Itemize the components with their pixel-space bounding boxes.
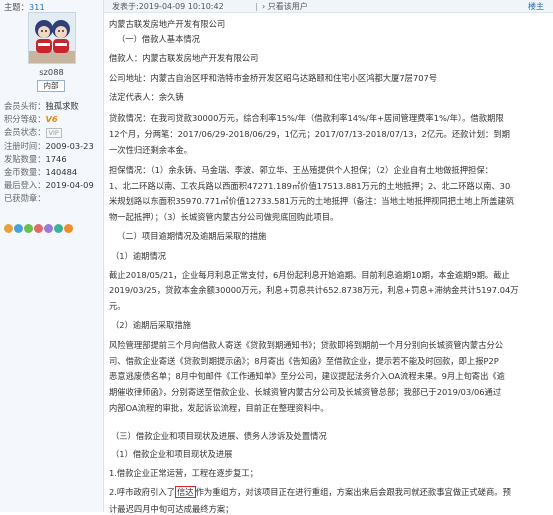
content-line: 12个月，分两笔：2017/06/29-2018/06/29，1亿元；2017/… [109,129,510,139]
content-line: （三）借款企业和项目现状及进展、债务人涉诉及处置情况 [111,431,327,441]
content-line: 2019/03/25，贷款本金余额30000万元，利息+罚息共计652.8738… [109,285,519,295]
avatar-dolls-icon [29,13,75,63]
meta-posts-value: 1746 [45,153,67,164]
role-badge: 内部 [37,80,65,92]
content-line: 内蒙古联发房地产开发有限公司 [109,19,226,29]
meta-status-label: 会员状态： [4,127,46,138]
medal-list [4,224,100,235]
header-separator: | [255,1,258,11]
meta-register-label: 注册时间： [4,140,46,151]
meta-last-login-value: 2019-04-09 [45,180,94,191]
meta-status: 会员状态： VIP [4,126,102,139]
content-line: 内部OA流程的审批，发起诉讼流程，目前正在整理资料中。 [109,403,329,413]
medal-icon[interactable] [64,224,73,233]
content-line: 元。 [109,301,126,311]
content-line: 米规划路以东面积35970.771㎡价值12733.581万元的土地抵押（备注：… [109,196,515,206]
meta-title-label: 会员头衔： [4,101,46,111]
meta-medals: 已获勋章： [4,192,102,205]
author-sidebar: 主题：311 sz088 内部 会员头衔：独孤求败 积分等级：V6 会员状态： V… [0,0,104,512]
meta-coins-value: 140484 [45,166,78,177]
content-line: 1、北二环路以南、工农兵路以西面积47271.189㎡价值17513.881万元… [109,181,511,191]
content-line: （1）借款企业和项目现状及进展 [111,449,233,459]
content-line: （二）项目逾期情况及逾期后采取的措施 [117,231,267,241]
content-line: 贷款情况：在我司贷款30000万元，综合利率15%/年（借款利率14%/年+居间… [109,113,504,123]
meta-coins-label: 金币数量： [4,166,46,177]
vip-badge: VIP [45,127,62,138]
content-line: 担保情况：（1）余永铸、马金瑞、李波、郭立华、王丛殖提供个人担保；（2）企业自有… [109,165,493,175]
avatar[interactable] [28,12,76,64]
meta-title-value: 独孤求败 [45,101,79,111]
medal-icon[interactable] [14,224,23,233]
username[interactable]: sz088 [0,67,103,77]
medal-icon[interactable] [4,224,13,233]
level-icon: V6 [45,114,58,125]
topic-count-label: 主题： [4,2,29,12]
content-line: 2.呼市政府引入了 信达 作为重组方，对该项目正在进行重组，方案出来后会跟我司就还款… [109,486,511,498]
arrow-right-icon: › [262,2,266,11]
content-line: 公司地址：内蒙古自治区呼和浩特市金桥开发区昭乌达路颐和住宅小区鸿都大厦7层707… [109,73,438,83]
content-segment: 作为重组方，对该项目正在进行重组，方案出来后会跟我司就还款事宜做正式磋商。预 [195,487,511,497]
content-line: 风险管理部提前三个月向借款人寄送《贷款到期通知书》；贷款即将到期前一个月分别向长… [109,340,504,350]
content-line: 借款人：内蒙古联发房地产开发有限公司 [109,53,259,63]
meta-register-value: 2009-03-23 [45,140,94,151]
topic-count-link[interactable]: 311 [29,2,45,12]
content-line: 截止2018/05/21，企业每月利息正常支付，6月份起利息开始逾期。目前利息逾… [109,270,510,280]
content-line: 物一起抵押）；（3）长城资管内蒙古分公司做兜底回购此项目。 [109,212,339,222]
content-line: 恶意逃废债名单；8月中旬邮件《工作通知单》至分公司，建议提起法务介入OA流程未果… [109,371,505,381]
content-line: 1.借款企业正常运营，工程在逐步复工； [109,468,258,478]
content-line: 计最迟四月中旬可达成最终方案； [109,504,234,514]
medal-icon[interactable] [24,224,33,233]
only-author-link[interactable]: › 只看该用户 [262,1,308,12]
post-time: 发表于:2019-04-09 10:10:42 [112,2,224,11]
content-line: （1）逾期情况 [111,251,167,261]
meta-posts: 发贴数量：1746 [4,153,102,166]
content-line: 法定代表人：余久铸 [109,92,184,102]
content-line: 期催收律师函》，分别寄送至借款企业、长城资管内蒙古分公司及长城资管总部；我部已于… [109,387,502,397]
meta-level-label: 积分等级： [4,114,46,125]
meta-coins: 金币数量：140484 [4,166,102,179]
highlighted-keyword: 信达 [175,486,196,498]
user-meta: 会员头衔：独孤求败 积分等级：V6 会员状态： VIP 注册时间：2009-03-… [4,100,102,206]
floor-label: 楼主 [528,2,544,11]
content-segment: 2.呼市政府引入了 [109,487,175,497]
meta-medals-label: 已获勋章： [4,193,46,204]
content-line: （一）借款人基本情况 [117,34,200,44]
meta-level: 积分等级：V6 [4,113,102,126]
meta-last-login: 最后登入：2019-04-09 [4,179,102,192]
content-line: 一次性归还剩余本金。 [109,145,192,155]
meta-title: 会员头衔：独孤求败 [4,100,102,113]
only-author-label: 只看该用户 [267,2,308,11]
meta-posts-label: 发贴数量： [4,153,46,164]
meta-register: 注册时间：2009-03-23 [4,140,102,153]
content-line: （2）逾期后采取措施 [111,320,191,330]
medal-icon[interactable] [34,224,43,233]
medal-icon[interactable] [44,224,53,233]
content-line: 司、借款企业寄送《贷款到期提示函》；8月寄出《告知函》至借款企业，提示若不能及时… [109,356,499,366]
post-header: 发表于:2019-04-09 10:10:42 | › 只看该用户 楼主 [104,0,553,13]
meta-last-login-label: 最后登入： [4,180,46,191]
medal-icon[interactable] [54,224,63,233]
